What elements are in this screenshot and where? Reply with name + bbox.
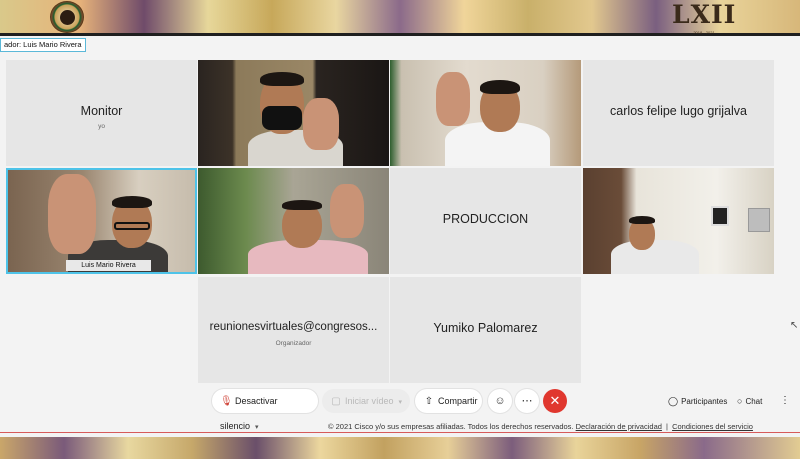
mouse-cursor-icon: ↖ (790, 320, 799, 331)
footer-separator: | (666, 422, 668, 431)
participant-name: carlos felipe lugo grijalva (610, 104, 747, 118)
tile-produccion[interactable]: PRODUCCION (390, 168, 581, 274)
divider (0, 432, 800, 433)
close-icon: ✕ (549, 393, 561, 408)
video-off-icon: ▢ (331, 396, 341, 407)
person-icon: ◯ (668, 396, 679, 406)
privacy-link[interactable]: Declaración de privacidad (576, 422, 662, 431)
participant-role: Organizador (275, 340, 312, 347)
tile-video-mask-man[interactable] (198, 60, 389, 166)
share-label: Compartir (438, 396, 478, 406)
tile-video-office[interactable] (583, 168, 774, 274)
reactions-button[interactable]: ☺ (488, 389, 512, 413)
participant-role: yo (98, 123, 105, 130)
start-video-button[interactable]: ▢ Iniciar vídeo ▾ (322, 389, 410, 413)
chat-bubble-icon: ○ (737, 396, 743, 406)
chat-button[interactable]: ○ Chat (737, 391, 762, 411)
participant-name: PRODUCCION (442, 212, 529, 226)
copyright-text: © 2021 Cisco y/o sus empresas afiliadas.… (328, 422, 574, 431)
tile-reuniones[interactable]: reunionesvirtuales@congresos... Organiza… (198, 277, 389, 383)
end-call-button[interactable]: ✕ (543, 389, 567, 413)
top-banner: LXII 2018 - 2021 (0, 0, 800, 36)
tile-yumiko[interactable]: Yumiko Palomarez (390, 277, 581, 383)
participant-name: Yumiko Palomarez (433, 321, 538, 335)
chevron-down-icon: ▾ (398, 399, 403, 406)
presenter-label: ador: Luis Mario Rivera (0, 38, 86, 52)
chat-label: Chat (745, 397, 763, 406)
legislature-logo: LXII 2018 - 2021 (672, 0, 737, 35)
chevron-down-icon: ▾ (255, 424, 259, 431)
start-video-label: Iniciar vídeo (345, 396, 394, 406)
participant-name: Monitor (80, 104, 123, 118)
terms-link[interactable]: Condiciones del servicio (672, 422, 753, 431)
participants-button[interactable]: ◯ Participantes (668, 391, 727, 411)
tile-video-man-white-shirt[interactable] (390, 60, 581, 166)
tile-luis-mario-rivera[interactable]: Luis Mario Rivera (6, 168, 197, 274)
overflow-menu-button[interactable]: ⋮ (780, 391, 790, 411)
more-options-button[interactable]: ⋯ (515, 389, 539, 413)
share-button[interactable]: ⇧ Compartir (415, 389, 482, 413)
ellipsis-icon: ⋯ (521, 395, 533, 407)
congress-seal-logo (50, 1, 84, 33)
share-icon: ⇧ (424, 396, 434, 407)
unmute-button[interactable]: 🎙 Desactivar silencio ▾ (212, 389, 318, 431)
footer: © 2021 Cisco y/o sus empresas afiliadas.… (328, 422, 753, 431)
vertical-ellipsis-icon: ⋮ (780, 395, 790, 406)
bottom-banner (0, 437, 800, 459)
tile-video-man-pink-shirt[interactable] (198, 168, 389, 274)
participant-name: reunionesvirtuales@congresos... (209, 321, 378, 333)
tile-monitor[interactable]: Monitor yo (6, 60, 197, 166)
participants-label: Participantes (681, 397, 728, 406)
microphone-muted-icon: 🎙 (220, 396, 233, 407)
participant-name-tag: Luis Mario Rivera (66, 260, 151, 271)
tile-carlos[interactable]: carlos felipe lugo grijalva (583, 60, 774, 166)
emoji-icon: ☺ (494, 395, 506, 407)
